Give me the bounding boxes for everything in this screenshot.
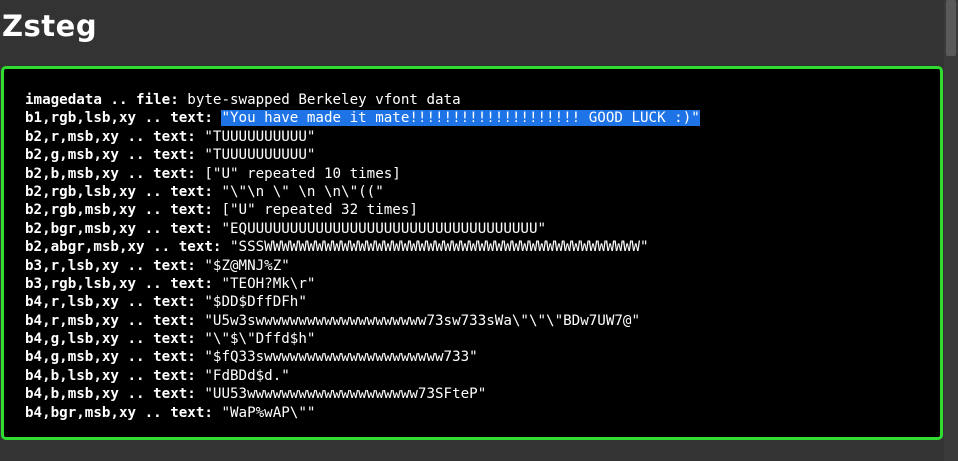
output-line: b2,rgb,msb,xy .. text: ["U" repeated 32 … — [25, 201, 700, 219]
output-line: b4,g,lsb,xy .. text: "\"$\"Dffd$h" — [25, 330, 700, 348]
output-line-value: "TUUUUUUUUUU" — [204, 128, 316, 145]
output-line-key: b2,bgr,msb,xy .. text: — [25, 220, 213, 237]
output-line-key: b2,g,msb,xy .. text: — [25, 147, 196, 164]
output-line-value: "U5w3swwwwwwwwwwwwwwwwwwww73sw733sWa\"\"… — [204, 312, 641, 329]
output-line-key: b2,rgb,msb,xy .. text: — [25, 202, 213, 219]
output-line: imagedata .. file: byte-swapped Berkeley… — [25, 91, 700, 109]
output-line-key: imagedata .. file: — [25, 92, 179, 108]
output-line-key: b2,abgr,msb,xy .. text: — [25, 239, 222, 256]
output-line-key: b4,b,msb,xy .. text: — [25, 386, 196, 403]
zsteg-output-list: imagedata .. file: byte-swapped Berkeley… — [25, 91, 700, 422]
scrollbar-thumb[interactable] — [946, 0, 956, 56]
output-line: b1,rgb,lsb,xy .. text: "You have made it… — [25, 109, 700, 127]
output-line-value: "TEOH?Mk\r" — [221, 275, 316, 292]
output-line-value: "WaP%wAP\"" — [221, 404, 316, 421]
output-line-key: b1,rgb,lsb,xy .. text: — [25, 110, 213, 127]
output-line-value: "$fQ33swwwwwwwwwwwwwwwwwwwww733" — [204, 349, 478, 366]
output-line: b2,abgr,msb,xy .. text: "SSSWWWWWWWWWWWW… — [25, 238, 700, 256]
output-line-key: b4,r,msb,xy .. text: — [25, 312, 196, 329]
page-title: Zsteg — [2, 9, 98, 43]
output-line-key: b3,r,lsb,xy .. text: — [25, 257, 196, 274]
selected-output-value[interactable]: "You have made it mate!!!!!!!!!!!!!!!!!!… — [221, 110, 700, 127]
output-line-key: b2,rgb,lsb,xy .. text: — [25, 183, 213, 200]
output-line: b4,r,msb,xy .. text: "U5w3swwwwwwwwwwwww… — [25, 312, 700, 330]
output-line-value: "\"$\"Dffd$h" — [204, 331, 316, 348]
output-line-key: b2,r,msb,xy .. text: — [25, 128, 196, 145]
output-line: b4,b,lsb,xy .. text: "FdBDd$d." — [25, 367, 700, 385]
output-line-key: b4,bgr,msb,xy .. text: — [25, 404, 213, 421]
terminal-output-panel[interactable]: imagedata .. file: byte-swapped Berkeley… — [1, 66, 943, 440]
output-line: b3,rgb,lsb,xy .. text: "TEOH?Mk\r" — [25, 275, 700, 293]
output-line-value: "UU53wwwwwwwwwwwwwwwwwwww73SFteP" — [204, 386, 487, 403]
output-line: b2,rgb,lsb,xy .. text: "\"\n \" \n \n\"(… — [25, 183, 700, 201]
output-line: b2,b,msb,xy .. text: ["U" repeated 10 ti… — [25, 165, 700, 183]
output-line: b2,bgr,msb,xy .. text: "EQUUUUUUUUUUUUUU… — [25, 220, 700, 238]
output-line-value: ["U" repeated 10 times] — [204, 165, 401, 182]
output-line-value: "TUUUUUUUUUU" — [204, 147, 316, 164]
output-line: b2,r,msb,xy .. text: "TUUUUUUUUUU" — [25, 128, 700, 146]
output-line-value: "EQUUUUUUUUUUUUUUUUUUUUUUUUUUUUUUUUUU" — [221, 220, 547, 237]
output-line: b4,bgr,msb,xy .. text: "WaP%wAP\"" — [25, 404, 700, 422]
page-scrollbar[interactable] — [944, 0, 958, 461]
output-line-value: byte-swapped Berkeley vfont data — [187, 92, 461, 108]
output-line-value: "$Z@MNJ%Z" — [204, 257, 290, 274]
output-line: b2,g,msb,xy .. text: "TUUUUUUUUUU" — [25, 146, 700, 164]
output-line-value: "\"\n \" \n \n\"((" — [221, 183, 384, 200]
output-line: b4,r,lsb,xy .. text: "$DD$DffDFh" — [25, 293, 700, 311]
output-line-key: b4,b,lsb,xy .. text: — [25, 367, 196, 384]
output-line-key: b4,g,lsb,xy .. text: — [25, 331, 196, 348]
output-line-key: b4,r,lsb,xy .. text: — [25, 294, 196, 311]
output-line: b4,b,msb,xy .. text: "UU53wwwwwwwwwwwwww… — [25, 385, 700, 403]
output-line-key: b2,b,msb,xy .. text: — [25, 165, 196, 182]
output-line-key: b4,g,msb,xy .. text: — [25, 349, 196, 366]
output-line-value: ["U" repeated 32 times] — [221, 202, 418, 219]
output-line-value: "SSSWWWWWWWWWWWWWWWWWWWWWWWWWWWWWWWWWWWW… — [230, 239, 649, 256]
output-line: b4,g,msb,xy .. text: "$fQ33swwwwwwwwwwww… — [25, 348, 700, 366]
output-line: b3,r,lsb,xy .. text: "$Z@MNJ%Z" — [25, 257, 700, 275]
output-line-key: b3,rgb,lsb,xy .. text: — [25, 275, 213, 292]
output-line-value: "FdBDd$d." — [204, 367, 290, 384]
output-line-value: "$DD$DffDFh" — [204, 294, 307, 311]
